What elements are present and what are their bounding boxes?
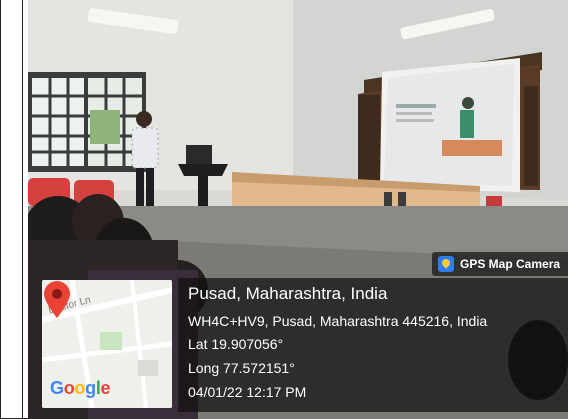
location-address: WH4C+HV9, Pusad, Maharashtra 445216, Ind… bbox=[188, 313, 488, 329]
latitude-text: Lat 19.907056° bbox=[188, 336, 284, 352]
datetime-text: 04/01/22 12:17 PM bbox=[188, 384, 307, 400]
google-logo-letter: o bbox=[74, 378, 86, 398]
google-logo-letter: e bbox=[100, 378, 111, 398]
map-thumbnail: Doctor Ln Google bbox=[42, 280, 172, 408]
wall-board bbox=[524, 86, 538, 186]
podium bbox=[178, 164, 228, 176]
google-logo: Google bbox=[50, 378, 111, 399]
location-overlay: Pusad, Maharashtra, India WH4C+HV9, Pusa… bbox=[178, 278, 568, 412]
geotagged-photo: GPS Map Camera Pusad, Maharashtra, India… bbox=[28, 0, 568, 419]
gps-map-camera-icon bbox=[438, 256, 454, 272]
camera-tag-label: GPS Map Camera bbox=[460, 257, 561, 271]
google-logo-letter: o bbox=[63, 378, 75, 398]
wall-board bbox=[358, 95, 380, 181]
projector-screen bbox=[358, 52, 542, 192]
gps-map-camera-tag: GPS Map Camera bbox=[432, 252, 568, 276]
google-logo-letter: G bbox=[50, 378, 64, 398]
location-title: Pusad, Maharashtra, India bbox=[188, 284, 388, 303]
laptop bbox=[186, 145, 212, 165]
left-margin-divider bbox=[22, 0, 23, 419]
google-logo-letter: g bbox=[85, 378, 96, 398]
longitude-text: Long 77.572151° bbox=[188, 360, 295, 376]
location-pin-icon bbox=[44, 281, 70, 318]
